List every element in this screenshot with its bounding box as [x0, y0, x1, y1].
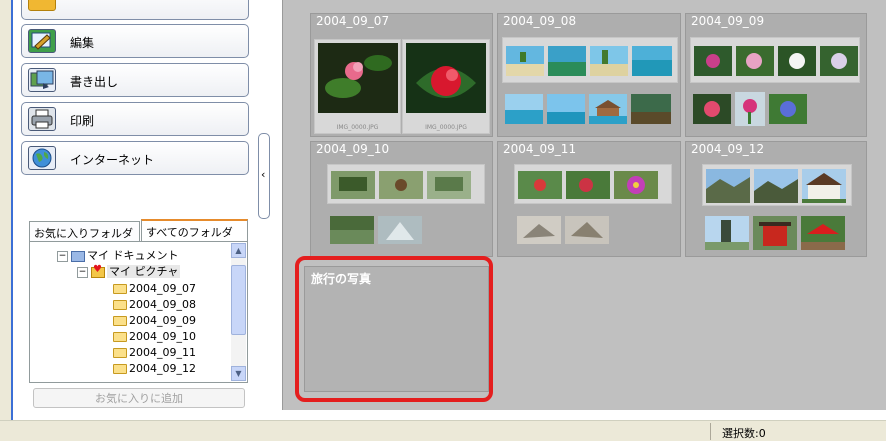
tree-item-my-documents[interactable]: − マイ ドキュメント [57, 249, 179, 262]
print-label: 印刷 [70, 114, 95, 128]
album-title: 2004_09_07 [316, 14, 390, 28]
tree-item-folder[interactable]: 2004_09_07 [113, 282, 196, 295]
tree-item-folder[interactable]: 2004_09_09 [113, 314, 196, 327]
album-title: 2004_09_10 [316, 142, 390, 156]
tree-item-my-pictures[interactable]: − ♥ マイ ピクチャ [77, 264, 181, 278]
tree-scrollbar[interactable]: ▲ ▼ [231, 243, 246, 381]
album-group[interactable]: 2004_09_12 [685, 141, 867, 257]
photo-thumbnail-row[interactable] [690, 86, 860, 132]
highlight-callout [295, 256, 493, 402]
tab-all-folders[interactable]: すべてのフォルダ [141, 219, 248, 242]
album-group[interactable]: 2004_09_07 IMG_0000.JPG IMG_0000.JPG [310, 13, 493, 137]
edit-icon [28, 29, 56, 53]
album-group[interactable]: 2004_09_10 [310, 141, 493, 257]
export-icon [28, 68, 56, 92]
album-group[interactable]: 2004_09_08 [497, 13, 681, 137]
folder-tree[interactable]: − マイ ドキュメント − ♥ マイ ピクチャ 2004_09_07 2004_09_… [29, 241, 248, 383]
tree-item-label: 2004_09_09 [129, 314, 196, 327]
photo-thumbnail-row[interactable] [502, 37, 678, 83]
photo-thumbnail-row[interactable] [690, 37, 860, 83]
globe-icon [28, 146, 56, 170]
photo-thumbnail-row[interactable] [502, 86, 678, 132]
photo-thumbnail-row[interactable] [702, 212, 852, 254]
photo-thumbnail[interactable]: IMG_0000.JPG [314, 39, 401, 134]
folder-icon [113, 332, 127, 342]
folder-icon [113, 300, 127, 310]
photo-caption: IMG_0000.JPG [336, 124, 379, 131]
photo-thumbnail-row[interactable] [327, 164, 485, 204]
top-action-button-partial[interactable] [21, 0, 249, 20]
collapse-icon[interactable]: − [77, 266, 88, 278]
album-group[interactable]: 2004_09_11 [497, 141, 681, 257]
edit-label: 編集 [70, 36, 95, 50]
add-to-favorites-button[interactable]: お気に入りに追加 [33, 388, 245, 408]
folder-icon [113, 284, 127, 294]
tab-favorite-folders-label: お気に入りフォルダ [34, 227, 133, 240]
folder-icon [113, 364, 127, 374]
window-left-border [11, 0, 13, 420]
photo-thumbnail-row[interactable] [702, 164, 852, 206]
tree-item-label: マイ ピクチャ [107, 265, 181, 278]
tree-item-folder[interactable]: 2004_09_10 [113, 330, 196, 343]
export-button[interactable]: 書き出し [21, 63, 249, 97]
print-button[interactable]: 印刷 [21, 102, 249, 136]
photo-thumbnail[interactable]: IMG_0000.JPG [402, 39, 490, 134]
scroll-thumb[interactable] [231, 265, 246, 335]
left-panel: 編集 書き出し 印刷 インターネット お気に入りフォルダ すべてのフォルダ − マ… [0, 0, 270, 441]
chevron-left-icon: ‹ [261, 168, 266, 181]
tree-item-folder[interactable]: 2004_09_08 [113, 298, 196, 311]
photo-thumbnail-row[interactable] [327, 210, 427, 250]
folder-icon [113, 348, 127, 358]
export-label: 書き出し [70, 75, 119, 89]
tree-item-label: 2004_09_08 [129, 298, 196, 311]
printer-icon [28, 107, 56, 131]
tree-item-label: 2004_09_12 [129, 362, 196, 375]
tab-favorite-folders[interactable]: お気に入りフォルダ [29, 221, 140, 241]
pictures-folder-icon: ♥ [91, 264, 105, 278]
folder-icon [28, 0, 56, 11]
album-title: 2004_09_11 [503, 142, 577, 156]
internet-button[interactable]: インターネット [21, 141, 249, 175]
album-title: 2004_09_12 [691, 142, 765, 156]
folder-icon [113, 316, 127, 326]
scroll-down-icon[interactable]: ▼ [231, 366, 246, 381]
album-title: 2004_09_09 [691, 14, 765, 28]
status-separator [710, 423, 711, 440]
collapse-icon[interactable]: − [57, 250, 68, 262]
photo-caption: IMG_0000.JPG [425, 124, 467, 131]
tab-all-folders-label: すべてのフォルダ [146, 226, 233, 239]
edit-button[interactable]: 編集 [21, 24, 249, 58]
panel-collapse-button[interactable]: ‹ [258, 133, 270, 219]
album-title: 2004_09_08 [503, 14, 577, 28]
photo-thumbnail-row[interactable] [514, 164, 672, 204]
tree-item-label: 2004_09_11 [129, 346, 196, 359]
status-bar: 選択数:0 [0, 420, 886, 441]
tree-item-label: 2004_09_10 [129, 330, 196, 343]
tree-item-folder[interactable]: 2004_09_11 [113, 346, 196, 359]
tree-item-label: マイ ドキュメント [87, 249, 179, 262]
scroll-up-icon[interactable]: ▲ [231, 243, 246, 258]
tree-item-folder[interactable]: 2004_09_12 [113, 362, 196, 375]
album-group[interactable]: 2004_09_09 [685, 13, 867, 137]
documents-folder-icon [71, 250, 85, 262]
internet-label: インターネット [70, 153, 155, 167]
selection-count: 選択数:0 [722, 427, 766, 440]
photo-thumbnail-row[interactable] [514, 210, 614, 250]
tree-item-label: 2004_09_07 [129, 282, 196, 295]
